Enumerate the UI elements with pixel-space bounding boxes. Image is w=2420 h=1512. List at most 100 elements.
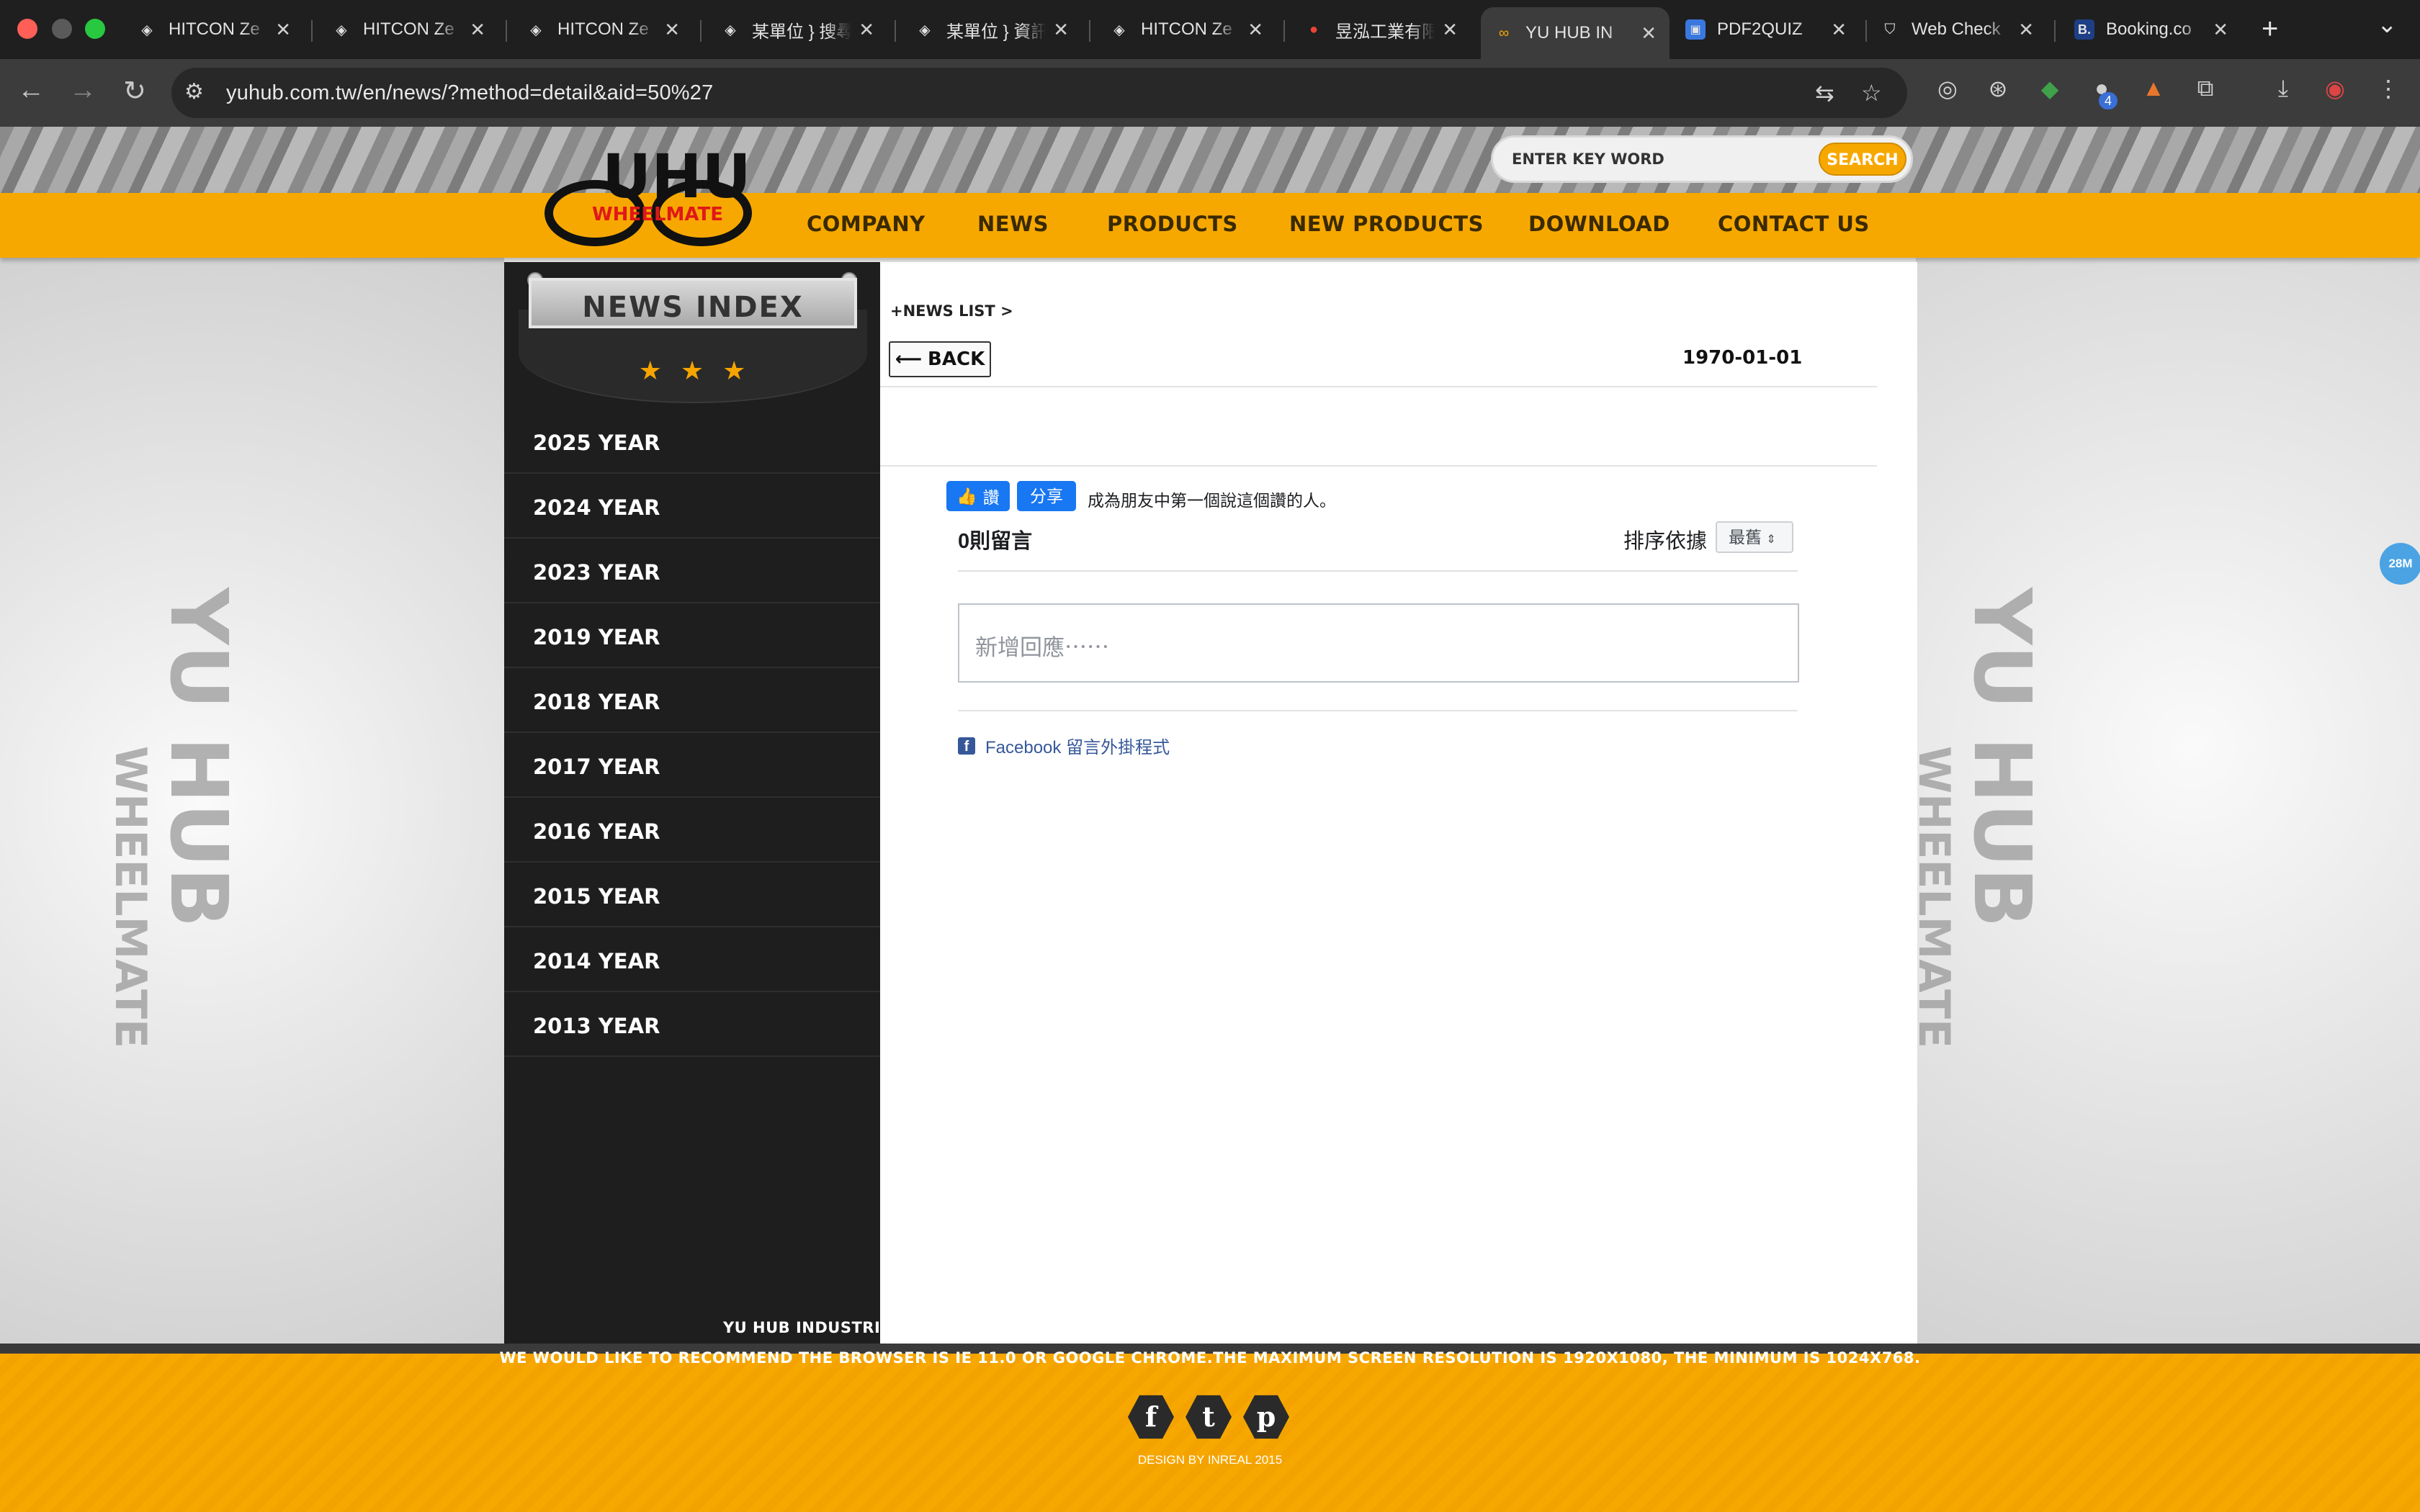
- hitcon-icon: ◈: [919, 22, 931, 38]
- yuhub-icon: ∞: [1498, 24, 1510, 41]
- close-tab-icon[interactable]: ✕: [1442, 19, 1458, 41]
- news-index-title: NEWS INDEX: [582, 291, 804, 324]
- close-tab-icon[interactable]: ✕: [2213, 19, 2228, 41]
- close-tab-icon[interactable]: ✕: [1247, 19, 1263, 41]
- back-button[interactable]: ⟵ BACK: [889, 341, 991, 377]
- forward-arrow-icon[interactable]: →: [65, 75, 101, 106]
- hitcon-icon: ◈: [336, 22, 347, 38]
- news-index-sidebar: NEWS INDEX ★★★ 2025 YEAR 2024 YEAR 2023 …: [504, 262, 880, 1344]
- close-window-button[interactable]: [17, 19, 37, 39]
- facebook-like-text: 成為朋友中第一個說這個讚的人。: [1088, 491, 1336, 510]
- hitcon-icon: ◈: [530, 22, 542, 38]
- watermark-title-right: YU HUB: [1956, 588, 2048, 928]
- year-item-2018[interactable]: 2018 YEAR: [504, 668, 880, 733]
- browser-tab-active[interactable]: ∞ YU HUB IN ✕: [1481, 7, 1670, 59]
- site-search: ENTER KEY WORD SEARCH: [1491, 135, 1913, 183]
- browser-tab[interactable]: ◈ HITCON Ze ✕: [318, 7, 498, 52]
- news-detail-content: +NEWS LIST > ⟵ BACK 1970-01-01 👍 讚 分享 成為朋友…: [880, 262, 1917, 1344]
- avatar[interactable]: ◉: [2319, 75, 2351, 102]
- browser-tab[interactable]: ◈ HITCON Ze ✕: [513, 7, 693, 52]
- facebook-like-button[interactable]: 👍 讚: [946, 481, 1010, 511]
- maximize-window-button[interactable]: [85, 19, 105, 39]
- news-index-header: NEWS INDEX: [519, 266, 867, 403]
- search-button[interactable]: SEARCH: [1819, 143, 1906, 176]
- puzzle-icon[interactable]: ⧉: [2190, 75, 2221, 102]
- thumbs-up-icon: 👍: [956, 486, 977, 505]
- news-index-plate: NEWS INDEX: [529, 278, 857, 328]
- year-item-2025[interactable]: 2025 YEAR: [504, 409, 880, 474]
- nav-contact-us[interactable]: CONTACT US: [1718, 212, 1870, 236]
- download-icon[interactable]: ⤓: [2267, 75, 2299, 102]
- year-item-2016[interactable]: 2016 YEAR: [504, 798, 880, 863]
- address-bar[interactable]: ⚙ yuhub.com.tw/en/news/?method=detail&ai…: [171, 68, 1907, 118]
- hitcon-icon: ◈: [141, 22, 153, 38]
- close-tab-icon[interactable]: ✕: [859, 19, 874, 41]
- extension-icon[interactable]: ◎: [1932, 75, 1963, 102]
- tab-search-chevron-icon[interactable]: ⌄: [2377, 10, 2398, 39]
- reload-icon[interactable]: ↻: [117, 75, 153, 107]
- browser-tab[interactable]: ⛉ Web Check ✕: [1867, 7, 2047, 52]
- divider: [880, 386, 1877, 387]
- bookmark-star-icon[interactable]: ☆: [1861, 79, 1882, 107]
- browser-menu-icon[interactable]: ⋮: [2372, 75, 2404, 102]
- browser-tab[interactable]: ◈ 某單位 } 搜尋 ✕: [707, 7, 887, 52]
- year-item-2019[interactable]: 2019 YEAR: [504, 603, 880, 668]
- extension-badge: 4: [2099, 92, 2118, 109]
- stars-icon: ★★★: [638, 356, 765, 385]
- year-item-2017[interactable]: 2017 YEAR: [504, 733, 880, 798]
- watermark-sub-left: WHEELMATE: [105, 746, 156, 1048]
- search-input[interactable]: ENTER KEY WORD: [1512, 150, 1664, 168]
- extension-icon[interactable]: ⊛: [1982, 75, 2014, 102]
- year-item-2014[interactable]: 2014 YEAR: [504, 927, 880, 992]
- nav-products[interactable]: PRODUCTS: [1107, 212, 1238, 236]
- breadcrumb[interactable]: +NEWS LIST >: [890, 302, 1013, 320]
- browser-tab[interactable]: B. Booking.co ✕: [2061, 7, 2241, 52]
- design-credit: DESIGN BY INREAL 2015: [1137, 1453, 1283, 1467]
- browser-tab[interactable]: ▣ PDF2QUIZ ✕: [1672, 7, 1860, 52]
- facebook-share-button[interactable]: 分享: [1017, 481, 1076, 511]
- back-arrow-icon: ⟵: [895, 348, 923, 370]
- year-item-2023[interactable]: 2023 YEAR: [504, 539, 880, 603]
- browser-tab[interactable]: ● 昱泓工業有限 ✕: [1291, 7, 1471, 52]
- url-text[interactable]: yuhub.com.tw/en/news/?method=detail&aid=…: [226, 81, 713, 105]
- facebook-icon: f: [958, 737, 975, 755]
- back-arrow-icon[interactable]: ←: [13, 75, 49, 106]
- hitcon-icon: ◈: [1113, 22, 1125, 38]
- year-item-2024[interactable]: 2024 YEAR: [504, 474, 880, 539]
- sort-select[interactable]: 最舊 ⇕: [1716, 521, 1793, 553]
- comment-input[interactable]: 新增回應⋯⋯: [958, 603, 1799, 683]
- year-item-2015[interactable]: 2015 YEAR: [504, 863, 880, 927]
- nav-news[interactable]: NEWS: [977, 212, 1049, 236]
- uhub-logo[interactable]: UHUB WHEELMATE: [544, 135, 753, 251]
- watermark-title-left: YU HUB: [153, 588, 245, 928]
- nav-download[interactable]: DOWNLOAD: [1528, 212, 1670, 236]
- nav-company[interactable]: COMPANY: [807, 212, 926, 236]
- close-tab-icon[interactable]: ✕: [2018, 19, 2034, 41]
- hitcon-icon: ◈: [725, 22, 736, 38]
- close-tab-icon[interactable]: ✕: [664, 19, 680, 41]
- close-tab-icon[interactable]: ✕: [275, 19, 291, 41]
- browser-tab[interactable]: ◈ 某單位 } 資訊 ✕: [902, 7, 1082, 52]
- close-tab-icon[interactable]: ✕: [1053, 19, 1069, 41]
- floating-badge[interactable]: 28M: [2380, 543, 2420, 585]
- divider: [958, 710, 1798, 711]
- facebook-plugin-link[interactable]: f Facebook 留言外掛程式: [958, 733, 1170, 758]
- close-tab-icon[interactable]: ✕: [1831, 19, 1847, 41]
- divider: [880, 465, 1877, 467]
- browser-tab[interactable]: ◈ HITCON Ze ✕: [1096, 7, 1276, 52]
- close-tab-icon[interactable]: ✕: [470, 19, 485, 41]
- booking-icon: B.: [2074, 19, 2094, 40]
- translate-icon[interactable]: ⇆: [1815, 79, 1834, 107]
- year-item-2013[interactable]: 2013 YEAR: [504, 992, 880, 1057]
- nav-new-products[interactable]: NEW PRODUCTS: [1289, 212, 1484, 236]
- new-tab-button[interactable]: +: [2262, 13, 2278, 45]
- extension-icon[interactable]: ◆: [2034, 75, 2066, 102]
- browser-tab[interactable]: ◈ HITCON Ze ✕: [124, 7, 304, 52]
- news-date: 1970-01-01: [1682, 347, 1803, 369]
- minimize-window-button[interactable]: [52, 19, 72, 39]
- browser-tab-bar: ◈ HITCON Ze ✕ ◈ HITCON Ze ✕ ◈ HITCON Ze ✕ ◈ 某單位…: [0, 0, 2420, 59]
- extension-icon[interactable]: ▲: [2138, 75, 2169, 102]
- logo-text: UHUB: [602, 141, 753, 212]
- site-info-icon[interactable]: ⚙: [184, 79, 204, 104]
- close-tab-icon[interactable]: ✕: [1641, 22, 1657, 45]
